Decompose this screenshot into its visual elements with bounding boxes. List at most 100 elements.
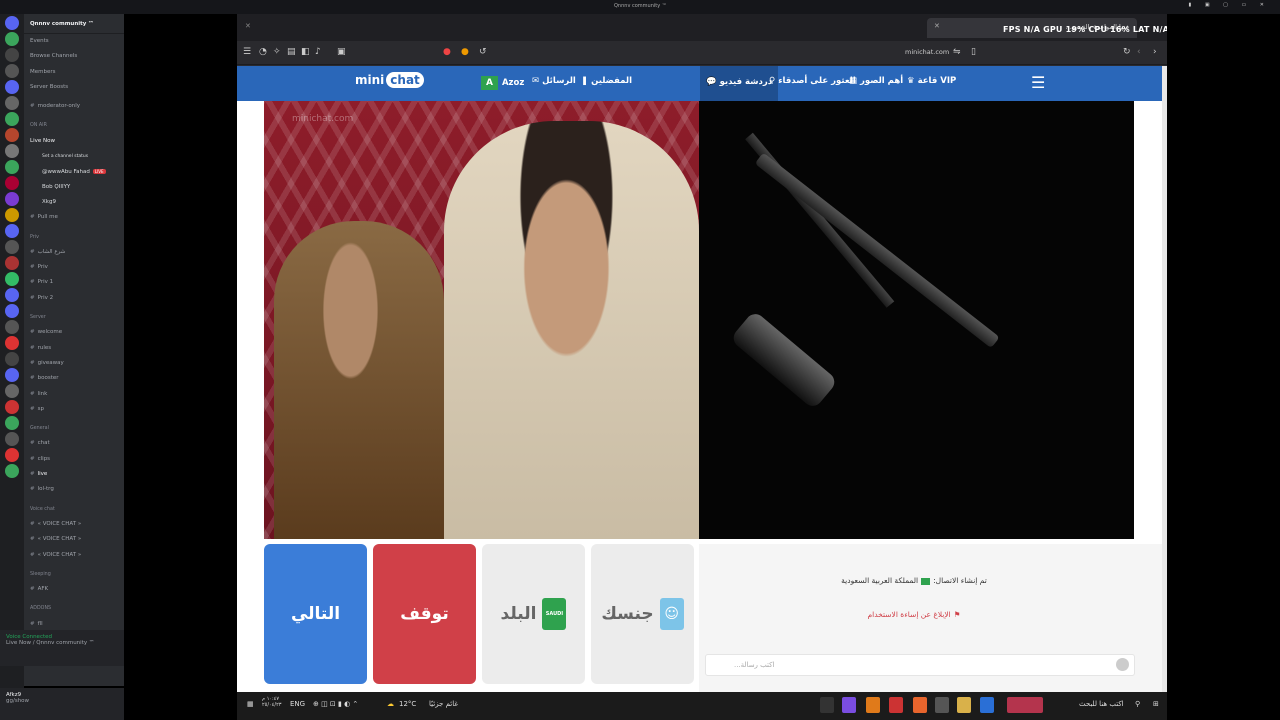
app-icon[interactable]	[889, 697, 903, 713]
nav-favorites[interactable]: ❚ المفضلين	[581, 76, 632, 86]
app-icon[interactable]	[980, 697, 994, 713]
server-icon[interactable]	[5, 128, 19, 142]
app-icon[interactable]	[866, 697, 880, 713]
forward-icon[interactable]: ›	[1153, 47, 1157, 57]
user-profile-link[interactable]: A Azoz	[481, 76, 524, 90]
app-icon[interactable]	[935, 697, 949, 713]
server-icon[interactable]	[5, 384, 19, 398]
server-icon[interactable]	[5, 208, 19, 222]
add-server-icon[interactable]	[5, 464, 19, 478]
server-icon[interactable]	[5, 256, 19, 270]
bookmark-icon[interactable]: ✧	[273, 47, 281, 57]
channel-item[interactable]: Server Boosts	[24, 80, 124, 95]
pin-icon[interactable]: ◔	[259, 47, 267, 57]
brave-icon[interactable]	[913, 697, 927, 713]
server-icon[interactable]	[5, 352, 19, 366]
channel-item[interactable]: # giveaway	[24, 356, 124, 371]
channel-item[interactable]: # rules	[24, 341, 124, 356]
nav-messages[interactable]: ✉ الرسائل	[532, 76, 576, 86]
server-icon[interactable]	[5, 192, 19, 206]
channel-item-active[interactable]: # live	[24, 467, 124, 482]
channel-item[interactable]: # clips	[24, 452, 124, 467]
language-indicator[interactable]: ENG	[290, 700, 305, 708]
tray-icons[interactable]: ⊕ ◫ ⊡ ▮ ◐ ⌃	[313, 700, 358, 708]
report-abuse-link[interactable]: ⚑الإبلاغ عن إساءة الاستخدام	[699, 610, 1129, 619]
server-icon[interactable]	[5, 304, 19, 318]
emoji-icon[interactable]	[1116, 658, 1129, 671]
windows-start-icon[interactable]: ⊞	[1153, 700, 1159, 708]
voice-member[interactable]: Xkg9	[24, 195, 124, 210]
server-icon[interactable]	[5, 96, 19, 110]
country-filter-button[interactable]: البلد SAUDI	[482, 544, 585, 684]
sidebar-icon[interactable]: ◧	[301, 47, 310, 57]
server-icon[interactable]	[5, 448, 19, 462]
tab-close-icon[interactable]: ✕	[934, 22, 940, 30]
server-icon[interactable]	[5, 80, 19, 94]
folder-icon[interactable]	[957, 697, 971, 713]
channel-category[interactable]: Server	[24, 310, 124, 325]
nav-find-friends[interactable]: ⚲ العثور على أصدقاء	[769, 76, 856, 86]
menu-icon[interactable]: ☰	[243, 47, 251, 57]
app-icon[interactable]	[1007, 697, 1043, 713]
weather-temp[interactable]: 12°C	[399, 700, 416, 708]
channel-item[interactable]: # Priv 2	[24, 291, 124, 306]
channel-item[interactable]: # « VOICE CHAT »	[24, 548, 124, 563]
guild-name[interactable]: Qnnnv community ™	[24, 14, 124, 34]
reload-icon[interactable]: ↻	[1123, 47, 1131, 57]
server-icon[interactable]	[5, 224, 19, 238]
channel-item[interactable]: # AFK	[24, 582, 124, 597]
voice-connected-panel[interactable]: Voice Connected Live Now / Qnnnv communi…	[0, 630, 124, 666]
message-input[interactable]: اكتب رسالة...	[705, 654, 1135, 676]
nav-vip[interactable]: ♛ قاعة VIP	[907, 76, 956, 86]
server-icon[interactable]	[5, 32, 19, 46]
back-icon[interactable]: ‹	[1137, 47, 1141, 57]
channel-item[interactable]: Browse Channels	[24, 49, 124, 64]
nav-gallery[interactable]: ▦ أهم الصور	[849, 76, 903, 86]
reader-icon[interactable]: ↺	[479, 47, 487, 57]
stop-button[interactable]: توقف	[373, 544, 476, 684]
voice-member[interactable]: Bob ǪIIIYY	[24, 180, 124, 195]
extensions-icon[interactable]: ▣	[337, 47, 346, 57]
channel-item[interactable]: # lol-trg	[24, 482, 124, 497]
server-icon[interactable]	[5, 176, 19, 190]
server-icon[interactable]	[5, 336, 19, 350]
channel-item[interactable]: # link	[24, 387, 124, 402]
user-panel[interactable]: Afkz9 gg/show	[0, 688, 124, 720]
server-icon[interactable]	[5, 160, 19, 174]
hamburger-menu-icon[interactable]: ☰	[1031, 73, 1045, 92]
shield-icon[interactable]: ●	[443, 47, 451, 57]
channel-item-active[interactable]: Live Now	[24, 134, 124, 149]
notification-icon[interactable]: ▦	[247, 700, 254, 708]
taskbar-search[interactable]: اكتب هنا للبحث	[1079, 700, 1124, 708]
server-icon[interactable]	[5, 112, 19, 126]
close-icon[interactable]: ✕	[245, 22, 251, 30]
minichat-logo[interactable]: mini chat	[355, 72, 424, 88]
discord-home-icon[interactable]	[5, 16, 19, 30]
channel-item[interactable]: # « VOICE CHAT »	[24, 532, 124, 547]
channel-item[interactable]: # chat	[24, 436, 124, 451]
channel-category[interactable]: Voice chat	[24, 502, 124, 517]
channel-category[interactable]: ADDONS	[24, 601, 124, 616]
save-icon[interactable]: ▯	[971, 47, 976, 57]
channel-category[interactable]: Sleeping	[24, 567, 124, 582]
channel-item[interactable]: # moderator-only	[24, 99, 124, 114]
server-icon[interactable]	[5, 64, 19, 78]
server-icon[interactable]	[5, 320, 19, 334]
clock[interactable]: ١٠:٤٧ م ٢٥/٠٤/٢٣	[262, 696, 281, 708]
settings-icon[interactable]: ⇋	[953, 47, 961, 57]
channel-item[interactable]: # booster	[24, 371, 124, 386]
server-icon[interactable]	[5, 144, 19, 158]
channel-item[interactable]: # Priv 1	[24, 275, 124, 290]
server-icon[interactable]	[5, 416, 19, 430]
window-controls[interactable]: ▮ ▣ ▢ ▭ ✕	[1189, 2, 1270, 8]
app-icon[interactable]	[842, 697, 856, 713]
app-icon[interactable]	[820, 697, 834, 713]
channel-item[interactable]: Events	[24, 34, 124, 49]
url-field[interactable]: minichat.com	[905, 48, 949, 56]
next-button[interactable]: التالي	[264, 544, 367, 684]
server-icon[interactable]	[5, 240, 19, 254]
note-icon[interactable]: ▤	[287, 47, 296, 57]
server-icon[interactable]	[5, 432, 19, 446]
channel-item[interactable]: # شرع الشاب	[24, 245, 124, 260]
channel-category[interactable]: ON AIR	[24, 118, 124, 133]
